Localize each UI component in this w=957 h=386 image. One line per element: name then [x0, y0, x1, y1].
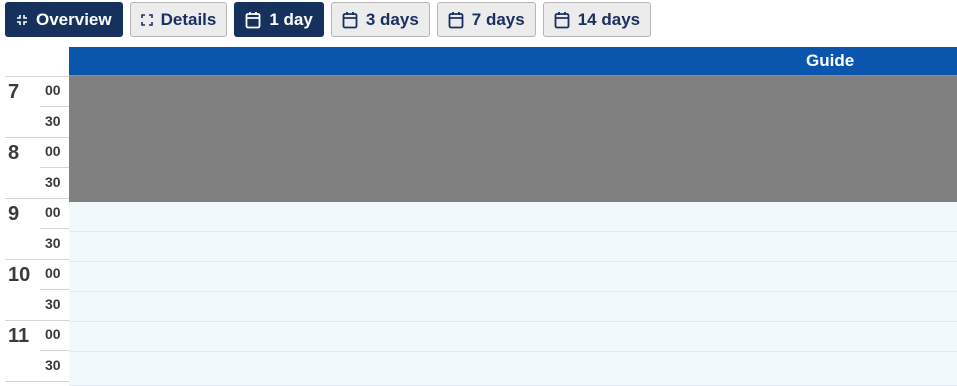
view-14-days-button[interactable]: 14 days	[542, 2, 652, 37]
half-hour-divider	[40, 228, 69, 229]
time-slot[interactable]	[69, 292, 957, 322]
minute-label: 30	[45, 235, 61, 251]
hour-divider	[5, 381, 69, 382]
hour-divider	[5, 76, 69, 77]
view-3-days-label: 3 days	[365, 9, 419, 29]
time-column: 7 00 30 8 00 30 9 00 30 10 00 30 11 00 3…	[0, 76, 69, 386]
minute-label: 30	[45, 296, 61, 312]
expand-icon	[140, 13, 153, 26]
view-3-days-button[interactable]: 3 days	[330, 2, 430, 37]
compress-icon	[16, 14, 28, 26]
overview-button-label: Overview	[36, 9, 112, 29]
time-slot[interactable]	[69, 202, 957, 232]
minute-label: 00	[45, 143, 61, 159]
hour-divider	[5, 198, 69, 199]
hour-divider	[5, 320, 69, 321]
view-1-day-label: 1 day	[269, 9, 313, 29]
calendar-icon	[448, 11, 464, 29]
half-hour-divider	[40, 106, 69, 107]
calendar-icon	[342, 11, 358, 29]
calendar-icon	[554, 11, 570, 29]
hour-label: 10	[8, 264, 31, 286]
time-slot[interactable]	[69, 262, 957, 292]
hour-divider	[5, 259, 69, 260]
hour-label: 11	[8, 325, 30, 347]
hour-label: 9	[8, 203, 20, 225]
minute-label: 30	[45, 113, 61, 129]
view-7-days-button[interactable]: 7 days	[436, 2, 536, 37]
minute-label: 00	[45, 204, 61, 220]
time-slot[interactable]	[69, 352, 957, 386]
view-toolbar: Overview Details 1 day 3 days 7 days 14 …	[5, 2, 652, 37]
time-slot[interactable]	[69, 232, 957, 262]
details-button-label: Details	[160, 9, 217, 29]
view-7-days-label: 7 days	[471, 9, 525, 29]
half-hour-divider	[40, 167, 69, 168]
overview-button[interactable]: Overview	[5, 2, 123, 37]
resource-header: Guide	[69, 47, 957, 76]
schedule-grid: Guide 7 00 30 8 00 30 9 00 30 10 00 30 1…	[0, 47, 957, 386]
resource-name-guide: Guide	[806, 51, 855, 70]
half-hour-divider	[40, 289, 69, 290]
hour-label: 8	[8, 142, 20, 164]
minute-label: 00	[45, 326, 61, 342]
details-button[interactable]: Details	[129, 2, 228, 37]
view-14-days-label: 14 days	[577, 9, 641, 29]
minute-label: 30	[45, 174, 61, 190]
hour-divider	[5, 137, 69, 138]
minute-label: 00	[45, 265, 61, 281]
minute-label: 00	[45, 82, 61, 98]
calendar-icon	[245, 11, 261, 29]
time-slots	[69, 76, 957, 386]
hour-label: 7	[8, 81, 20, 103]
half-hour-divider	[40, 350, 69, 351]
time-slot[interactable]	[69, 322, 957, 352]
unavailable-block	[69, 76, 957, 202]
minute-label: 30	[45, 357, 61, 373]
view-1-day-button[interactable]: 1 day	[234, 2, 324, 37]
